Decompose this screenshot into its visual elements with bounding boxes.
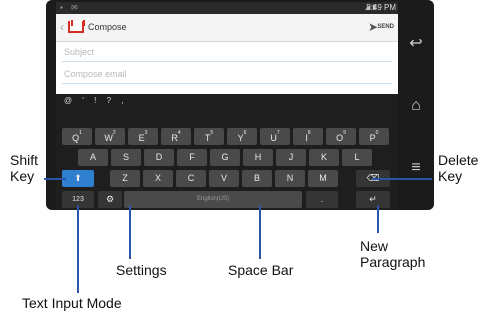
key-c[interactable]: C [176, 170, 206, 187]
new-paragraph-label: New Paragraph [360, 238, 426, 270]
gmail-logo-icon [68, 20, 85, 33]
key-k[interactable]: K [309, 149, 339, 166]
back-icon[interactable]: ↩ [406, 36, 426, 52]
notification-icons: ▪ ✉ [60, 3, 81, 12]
suggestion[interactable]: ! [94, 96, 96, 105]
key-e[interactable]: E3 [128, 128, 158, 145]
key-f[interactable]: F [177, 149, 207, 166]
key-i[interactable]: I8 [293, 128, 323, 145]
key-r[interactable]: R4 [161, 128, 191, 145]
shift-callout-line [44, 178, 66, 180]
key-o[interactable]: O9 [326, 128, 356, 145]
suggestion[interactable]: ' [82, 96, 84, 105]
period-key[interactable]: . [306, 191, 338, 208]
shift-key[interactable]: ⬆ [62, 170, 94, 187]
key-t[interactable]: T5 [194, 128, 224, 145]
text-input-mode-label: Text Input Mode [22, 295, 122, 311]
shift-key-label: Shift Key [10, 152, 39, 184]
space-callout-line [259, 205, 261, 259]
enter-key[interactable]: ↵ [356, 191, 390, 208]
delete-callout-line [372, 178, 432, 180]
status-time: 5:49 PM [366, 3, 396, 12]
settings-label: Settings [116, 262, 167, 278]
settings-gear-icon[interactable]: ⚙ [98, 191, 122, 208]
key-v[interactable]: V [209, 170, 239, 187]
key-q[interactable]: Q1 [62, 128, 92, 145]
compose-body-field[interactable]: Compose email [62, 64, 392, 84]
suggestion[interactable]: , [121, 96, 123, 105]
key-p[interactable]: P0 [359, 128, 389, 145]
home-icon[interactable]: ⌂ [406, 98, 426, 114]
key-z[interactable]: Z [110, 170, 140, 187]
key-w[interactable]: W2 [95, 128, 125, 145]
compose-area: Subject Compose email [56, 42, 398, 94]
suggestion-bar: @ ' ! ? , [56, 96, 398, 110]
suggestion[interactable]: ? [107, 96, 111, 105]
hardware-nav: ↩ ⌂ ≡ [398, 10, 434, 200]
key-m[interactable]: M [308, 170, 338, 187]
subject-field[interactable]: Subject [62, 42, 392, 62]
status-bar: ▪ ✉ ◢ ▮ 5:49 PM [56, 2, 398, 14]
menu-icon[interactable]: ≡ [406, 160, 426, 176]
key-x[interactable]: X [143, 170, 173, 187]
space-bar-label: Space Bar [228, 262, 294, 278]
settings-callout-line [129, 205, 131, 259]
key-g[interactable]: G [210, 149, 240, 166]
key-a[interactable]: A [78, 149, 108, 166]
suggestion[interactable]: @ [64, 96, 72, 105]
key-d[interactable]: D [144, 149, 174, 166]
key-y[interactable]: Y6 [227, 128, 257, 145]
key-s[interactable]: S [111, 149, 141, 166]
key-u[interactable]: U7 [260, 128, 290, 145]
key-n[interactable]: N [275, 170, 305, 187]
key-l[interactable]: L [342, 149, 372, 166]
up-caret-icon[interactable]: ‹ [60, 20, 64, 34]
key-h[interactable]: H [243, 149, 273, 166]
delete-key-label: Delete Key [438, 152, 479, 184]
page-title: Compose [88, 22, 127, 32]
input-mode-callout-line [77, 205, 79, 293]
new-paragraph-callout-line [377, 205, 379, 233]
send-button[interactable]: SEND [377, 24, 394, 30]
key-j[interactable]: J [276, 149, 306, 166]
space-bar[interactable]: English(US) [124, 191, 302, 208]
app-bar: ‹ Compose ➤ SEND [56, 14, 398, 42]
key-b[interactable]: B [242, 170, 272, 187]
